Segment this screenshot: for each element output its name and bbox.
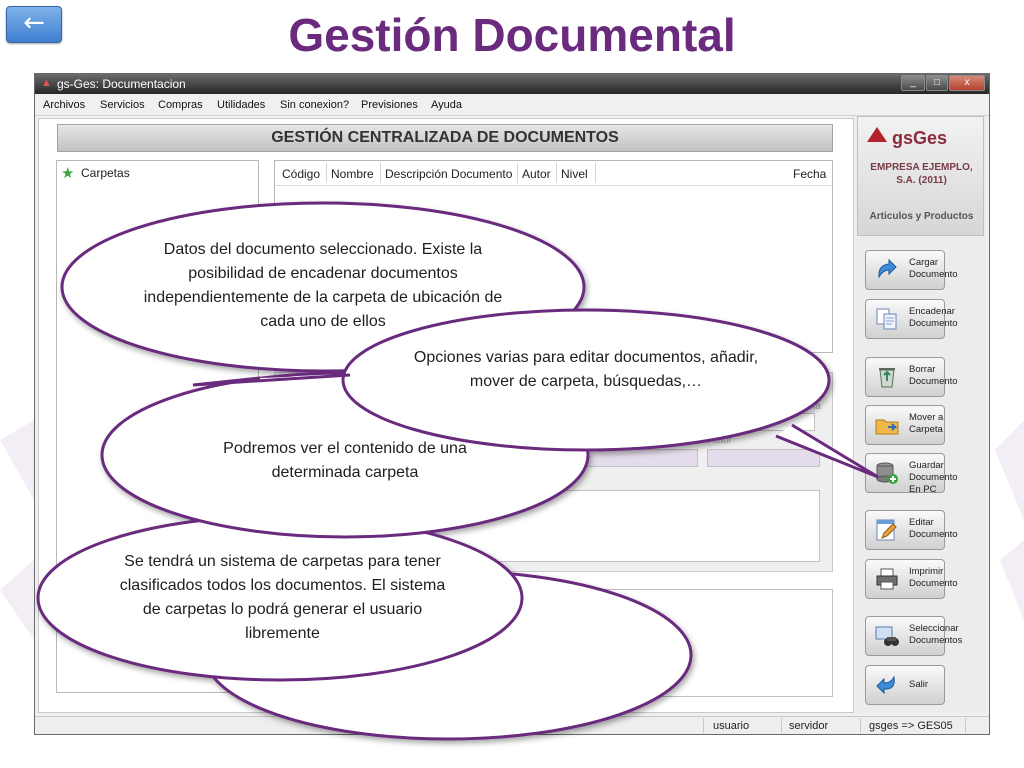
callout-datos-text: Datos del documento seleccionado. Existe… [143, 241, 503, 330]
app-icon: ▲ [41, 77, 52, 89]
salir-label: Salir [909, 679, 929, 690]
editar-documento-label: Editar Documento [909, 517, 958, 540]
imprimir-documento-label: Imprimir Documento [909, 566, 958, 589]
column-header-descripcion[interactable]: Descripción Documento [385, 167, 512, 181]
gsges-logo-icon [867, 127, 887, 142]
status-separator [781, 718, 782, 733]
borrar-documento-button[interactable]: Borrar Documento [865, 357, 958, 397]
printer-icon [876, 568, 898, 590]
window-titlebar: ▲ gs-Ges: Documentacion _ □ x [35, 74, 989, 94]
document-author-field[interactable] [707, 449, 820, 467]
seleccionar-documentos-label: Seleccionar Documentos [909, 623, 963, 646]
window-title: gs-Ges: Documentacion [57, 77, 186, 91]
menu-utilidades[interactable]: Utilidades [217, 99, 265, 111]
section-header: GESTIÓN CENTRALIZADA DE DOCUMENTOS [57, 124, 833, 152]
status-separator [860, 718, 861, 733]
status-user: usuario [713, 720, 750, 732]
exit-arrow-icon [876, 675, 895, 695]
callout-opciones-text: Opciones varias para editar documentos, … [413, 349, 759, 390]
column-separator [595, 163, 596, 183]
column-header-codigo[interactable]: Código [282, 167, 320, 181]
gsges-logo-text: gsGes [892, 128, 948, 148]
encadenar-documento-button[interactable]: Encadenar Documento [865, 299, 958, 339]
guardar-documento-label: Guardar Documento En PC [909, 460, 958, 495]
status-separator [703, 718, 704, 733]
document-date-field[interactable] [745, 413, 815, 431]
close-button[interactable]: x [949, 75, 985, 91]
status-database: gsges => GES05 [869, 720, 953, 732]
column-separator [556, 163, 557, 183]
column-header-nombre[interactable]: Nombre [331, 167, 374, 181]
menu-archivos[interactable]: Archivos [43, 99, 85, 111]
callout-carpetas-text: Se tendrá un sistema de carpetas para te… [119, 553, 446, 642]
upload-arrow-icon [878, 258, 897, 279]
column-header-autor[interactable]: Autor [522, 167, 551, 181]
fecha-label: Fecha [793, 401, 821, 412]
folder-move-icon [875, 419, 899, 435]
mover-carpeta-label: Mover a Carpeta [909, 412, 944, 435]
menu-servicios[interactable]: Servicios [100, 99, 145, 111]
callout-contenido-text: Podremos ver el contenido de una determi… [223, 440, 467, 481]
menu-bar: Archivos Servicios Compras Utilidades Si… [35, 95, 989, 116]
folders-root-label[interactable]: Carpetas [81, 166, 130, 180]
module-name: Articulos y Productos [869, 211, 974, 222]
document-description-field[interactable] [385, 409, 735, 427]
status-server: servidor [789, 720, 829, 732]
sidebar-panel: gsGes EMPRESA EJEMPLO, S.A. (2011) Artic… [855, 116, 986, 714]
borrar-documento-label: Borrar Documento [909, 364, 958, 387]
select-binoculars-icon [875, 626, 899, 646]
status-bar: usuario servidor gsges => GES05 [35, 716, 989, 734]
column-separator [380, 163, 381, 183]
encadenar-documento-label: Encadenar Documento [909, 306, 958, 329]
company-name: EMPRESA EJEMPLO, S.A. (2011) [870, 162, 973, 186]
menu-compras[interactable]: Compras [158, 99, 203, 111]
edit-document-icon [876, 519, 897, 541]
column-header-nivel[interactable]: Nivel [561, 167, 588, 181]
autor-label: Autor [708, 435, 732, 446]
company-logo-panel: gsGes EMPRESA EJEMPLO, S.A. (2011) Artic… [857, 116, 984, 236]
cargar-documento-button[interactable]: Cargar Documento [865, 250, 958, 290]
menu-previsiones[interactable]: Previsiones [361, 99, 418, 111]
guardar-documento-button[interactable]: Guardar Documento En PC [865, 453, 958, 495]
imprimir-documento-button[interactable]: Imprimir Documento [865, 559, 958, 599]
chain-documents-icon [876, 308, 897, 330]
salir-button[interactable]: Salir [865, 665, 945, 705]
page-title: Gestión Documental [288, 9, 736, 61]
menu-sin-conexion[interactable]: Sin conexion? [280, 99, 349, 111]
maximize-button[interactable]: □ [926, 75, 948, 91]
minimize-button[interactable]: _ [901, 75, 925, 91]
column-header-fecha[interactable]: Fecha [793, 167, 826, 181]
column-separator [326, 163, 327, 183]
seleccionar-documentos-button[interactable]: Seleccionar Documentos [865, 616, 962, 656]
editar-documento-button[interactable]: Editar Documento [865, 510, 958, 550]
menu-ayuda[interactable]: Ayuda [431, 99, 462, 111]
grid-header-divider [275, 185, 832, 186]
star-icon: ★ [61, 165, 75, 182]
column-separator [517, 163, 518, 183]
database-save-icon [876, 462, 898, 484]
recycle-bin-icon [879, 368, 895, 388]
document-level-field[interactable] [540, 449, 698, 467]
cargar-documento-label: Cargar Documento [909, 257, 958, 280]
mover-carpeta-button[interactable]: Mover a Carpeta [865, 405, 945, 445]
status-separator [965, 718, 966, 733]
document-code-field[interactable] [289, 409, 379, 427]
